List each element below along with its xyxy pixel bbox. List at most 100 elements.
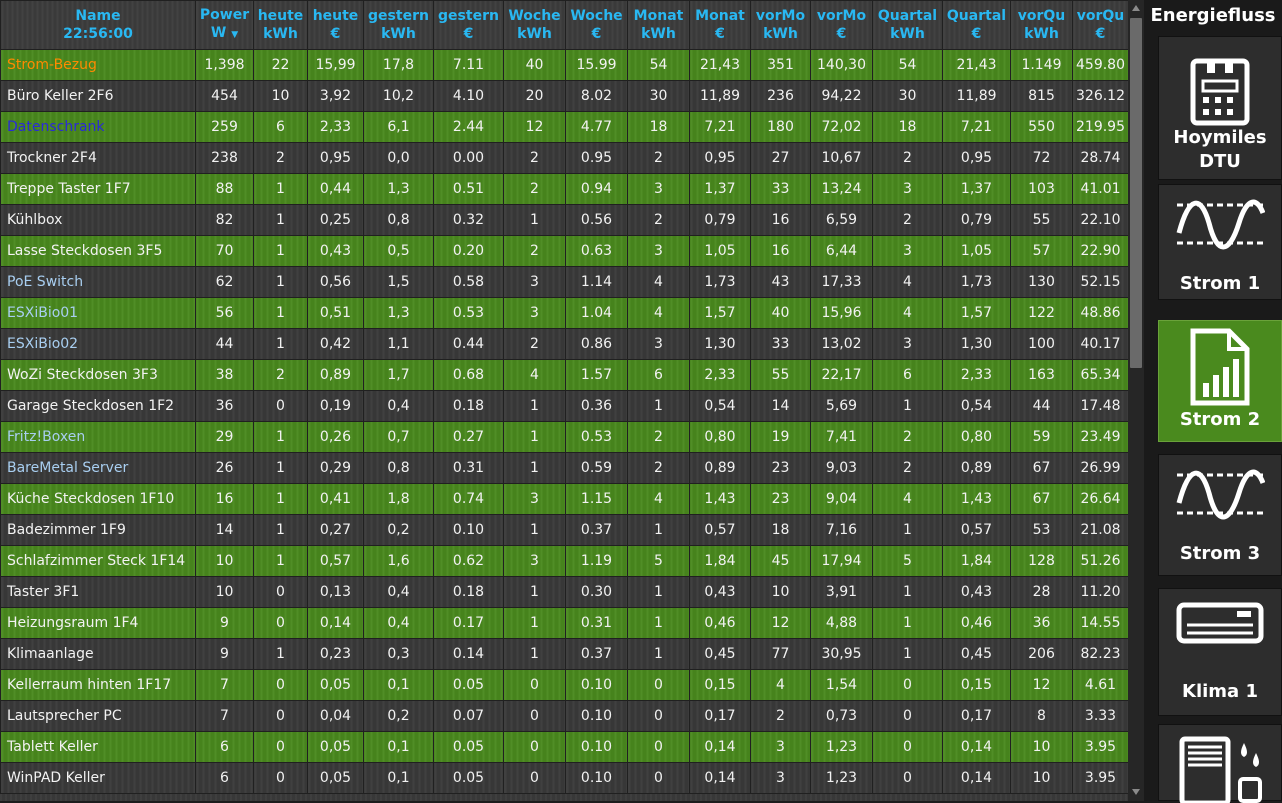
table-cell: 0,3: [363, 638, 434, 670]
table-row[interactable]: Trockner 2F4 238 2 0,95 0,0 0.00 2 0.95 2 0,95 27 1…: [0, 142, 1128, 174]
scrollbar-thumb[interactable]: [1130, 18, 1142, 368]
table-row[interactable]: Taster 3F1 10 0 0,13 0,4 0.18 1 0.30 1 0,43 10 3,91…: [0, 576, 1128, 608]
table-cell: 72: [1010, 142, 1073, 174]
table-row[interactable]: Lautsprecher PC 7 0 0,04 0,2 0.07 0 0.10 0 0,17 2 0…: [0, 700, 1128, 732]
table-cell: 3.33: [1072, 700, 1128, 732]
table-row[interactable]: Strom-Bezug 1,398 22 15,99 17,8 7.11 40 15.99 54…: [0, 49, 1128, 81]
table-row[interactable]: ESXiBio01 56 1 0,51 1,3 0.53 3 1.04 4 1,57 40 15,96…: [0, 297, 1128, 329]
table-row[interactable]: ESXiBio02 44 1 0,42 1,1 0.44 2 0.86 3 1,30 33 13,02…: [0, 328, 1128, 360]
column-header[interactable]: vorQu €: [1072, 0, 1128, 50]
table-cell: 0,29: [307, 452, 364, 484]
table-row[interactable]: Lasse Steckdosen 3F5 70 1 0,43 0,5 0.20 2 0.63 3…: [0, 235, 1128, 267]
column-header[interactable]: gestern kWh: [363, 0, 434, 50]
column-header[interactable]: Power W ▼: [195, 0, 254, 50]
table-cell: 17,94: [810, 545, 873, 577]
table-cell: 1: [253, 545, 308, 577]
tile-klima-1[interactable]: Klima 1: [1158, 588, 1282, 716]
column-header[interactable]: Monat kWh: [627, 0, 690, 50]
column-header[interactable]: Woche €: [565, 0, 628, 50]
table-cell: 0: [253, 731, 308, 763]
table-cell: 70: [195, 235, 254, 267]
column-header[interactable]: heute kWh: [253, 0, 308, 50]
table-cell: 29: [195, 421, 254, 453]
table-cell: 0.94: [565, 173, 628, 205]
table-cell: 1: [253, 297, 308, 329]
column-header[interactable]: Monat €: [689, 0, 751, 50]
table-cell: 0,42: [307, 328, 364, 360]
table-row[interactable]: Küche Steckdosen 1F10 16 1 0,41 1,8 0.74 3 1.15…: [0, 483, 1128, 515]
table-row[interactable]: WinPAD Keller 6 0 0,05 0,1 0.05 0 0.10 0 0,14 3 1,2…: [0, 762, 1128, 794]
table-cell: 9: [195, 638, 254, 670]
table-row[interactable]: PoE Switch 62 1 0,56 1,5 0.58 3 1.14 4 1,73 43 17,3…: [0, 266, 1128, 298]
table-row[interactable]: WoZi Steckdosen 3F3 38 2 0,89 1,7 0.68 4 1.57 6 2…: [0, 359, 1128, 391]
column-header-unit: €: [310, 25, 361, 43]
table-row[interactable]: Schlafzimmer Steck 1F14 10 1 0,57 1,6 0.62 3 1.…: [0, 545, 1128, 577]
scroll-up-arrow-icon[interactable]: [1132, 5, 1140, 11]
tile-strom-1[interactable]: Strom 1: [1158, 184, 1282, 300]
tile-hoymiles-dtu[interactable]: Hoymiles DTU: [1158, 36, 1282, 180]
sine-wave-icon: [1176, 469, 1265, 520]
air-conditioner-icon: [1176, 602, 1264, 644]
device-name: Kühlbox: [0, 204, 196, 236]
table-row[interactable]: Tablett Keller 6 0 0,05 0,1 0.05 0 0.10 0 0,14 3 1,…: [0, 731, 1128, 763]
column-header[interactable]: heute €: [307, 0, 364, 50]
column-header[interactable]: Woche kWh: [503, 0, 566, 50]
table-row[interactable]: Kellerraum hinten 1F17 7 0 0,05 0,1 0.05 0 0.10…: [0, 669, 1128, 701]
column-header[interactable]: Quartal €: [942, 0, 1011, 50]
vertical-scrollbar[interactable]: [1128, 0, 1144, 801]
table-cell: 815: [1010, 80, 1073, 112]
table-cell: 130: [1010, 266, 1073, 298]
table-cell: 9: [195, 607, 254, 639]
table-cell: 0.20: [433, 235, 504, 267]
table-cell: 259: [195, 111, 254, 143]
table-row[interactable]: Klimaanlage 9 1 0,23 0,3 0.14 1 0.37 1 0,45 77 30,9…: [0, 638, 1128, 670]
scroll-down-arrow-icon[interactable]: [1132, 789, 1140, 795]
table-cell: 0: [253, 390, 308, 422]
table-cell: 0,27: [307, 514, 364, 546]
table-cell: 0,2: [363, 514, 434, 546]
column-header[interactable]: vorMo €: [810, 0, 873, 50]
table-cell: 7,41: [810, 421, 873, 453]
table-cell: 0,4: [363, 607, 434, 639]
column-header[interactable]: Quartal kWh: [872, 0, 943, 50]
table-cell: 1: [253, 266, 308, 298]
table-row[interactable]: BareMetal Server 26 1 0,29 0,8 0.31 1 0.59 2 0,89…: [0, 452, 1128, 484]
tile-dehumidifier[interactable]: [1158, 724, 1282, 803]
table-cell: 1,3: [363, 297, 434, 329]
table-cell: 1: [872, 638, 943, 670]
tile-strom-2[interactable]: Strom 2: [1158, 320, 1282, 442]
table-cell: 0,95: [689, 142, 751, 174]
table-row[interactable]: Treppe Taster 1F7 88 1 0,44 1,3 0.51 2 0.94 3 1,3…: [0, 173, 1128, 205]
column-header[interactable]: vorMo kWh: [750, 0, 811, 50]
table-cell: 0,1: [363, 669, 434, 701]
table-cell: 0,0: [363, 142, 434, 174]
table-cell: 51.26: [1072, 545, 1128, 577]
column-header-name[interactable]: Name 22:56:00: [0, 0, 196, 50]
table-cell: 3: [627, 173, 690, 205]
table-cell: 4: [503, 359, 566, 391]
table-cell: 1,23: [810, 731, 873, 763]
table-row[interactable]: Büro Keller 2F6 454 10 3,92 10,2 4.10 20 8.02 30…: [0, 80, 1128, 112]
table-cell: 1,30: [689, 328, 751, 360]
tile-label: Strom 3: [1179, 543, 1261, 564]
table-cell: 0,57: [689, 514, 751, 546]
table-cell: 1,3: [363, 173, 434, 205]
table-cell: 1: [872, 607, 943, 639]
table-row[interactable]: Heizungsraum 1F4 9 0 0,14 0,4 0.17 1 0.31 1 0,46 1…: [0, 607, 1128, 639]
table-cell: 1: [503, 452, 566, 484]
table-cell: 236: [750, 80, 811, 112]
table-cell: 10: [1010, 731, 1073, 763]
table-row[interactable]: Badezimmer 1F9 14 1 0,27 0,2 0.10 1 0.37 1 0,57 18…: [0, 514, 1128, 546]
table-cell: 2: [253, 142, 308, 174]
table-row[interactable]: Fritz!Boxen 29 1 0,26 0,7 0.27 1 0.53 2 0,80 19 7,4…: [0, 421, 1128, 453]
table-cell: 0.10: [433, 514, 504, 546]
table-cell: 550: [1010, 111, 1073, 143]
column-header[interactable]: vorQu kWh: [1010, 0, 1073, 50]
column-header[interactable]: gestern €: [433, 0, 504, 50]
table-row[interactable]: Datenschrank 259 6 2,33 6,1 2.44 12 4.77 18 7,21 1…: [0, 111, 1128, 143]
table-row[interactable]: Kühlbox 82 1 0,25 0,8 0.32 1 0.56 2 0,79 16 6,59 2 0,…: [0, 204, 1128, 236]
table-row[interactable]: Garage Steckdosen 1F2 36 0 0,19 0,4 0.18 1 0.36…: [0, 390, 1128, 422]
tile-strom-3[interactable]: Strom 3: [1158, 454, 1282, 576]
table-cell: 1: [253, 638, 308, 670]
table-cell: 0,26: [307, 421, 364, 453]
